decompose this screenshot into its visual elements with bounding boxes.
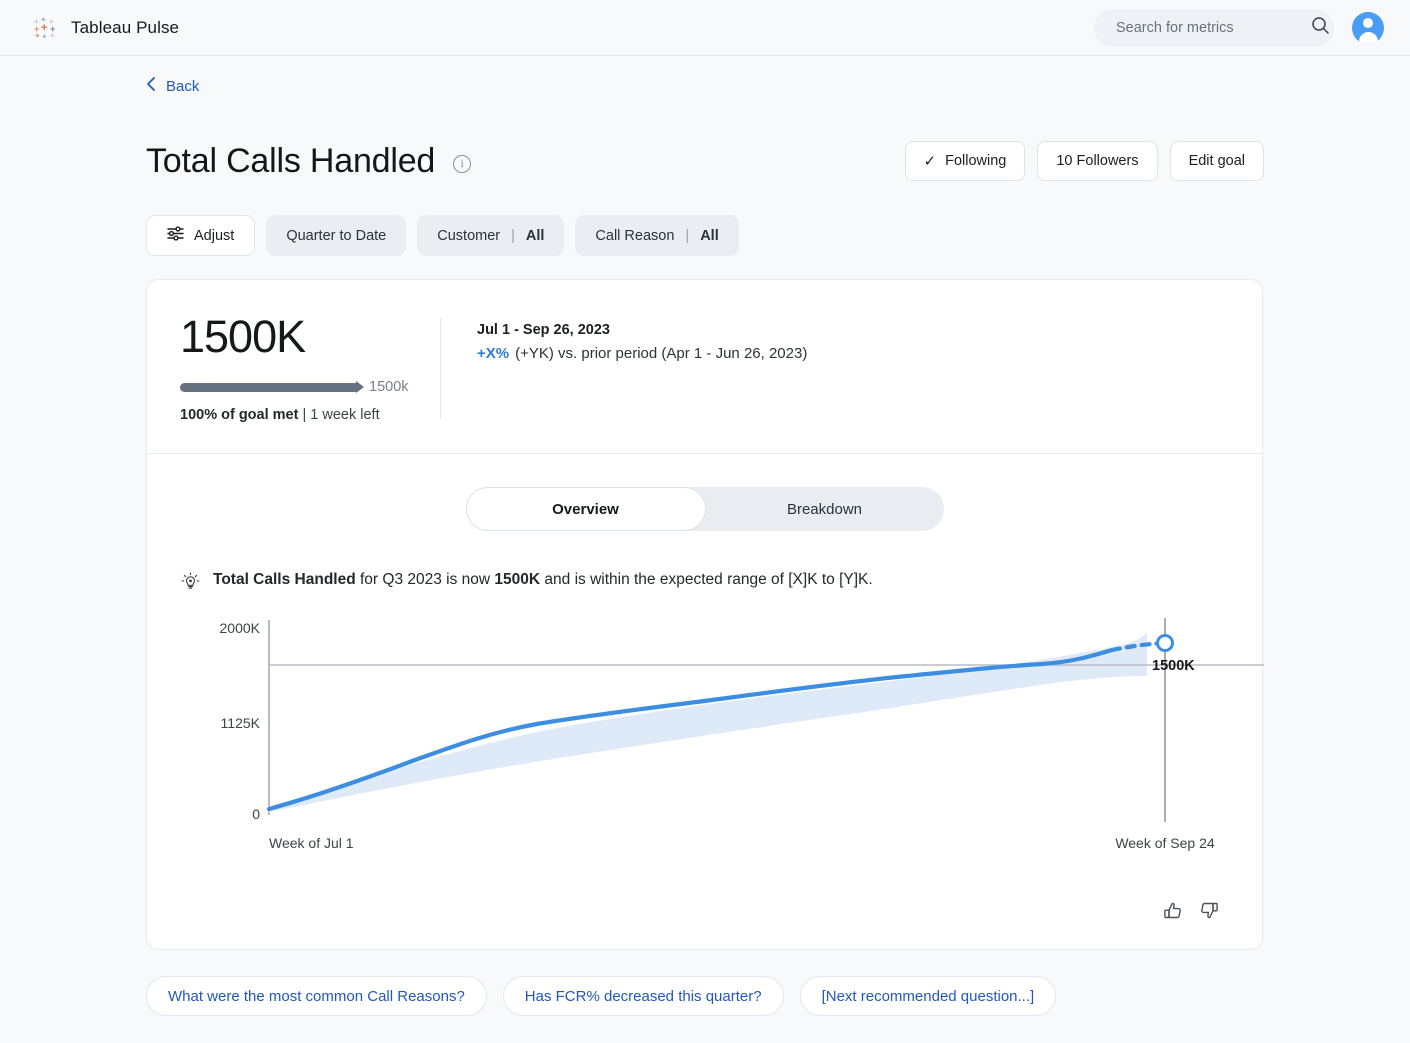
period-range: Jul 1 - Sep 26, 2023: [477, 322, 807, 338]
followers-label: 10 Followers: [1056, 153, 1138, 169]
page-title: Total Calls Handled: [146, 142, 435, 181]
following-button[interactable]: ✓ Following: [905, 141, 1026, 181]
info-circle-icon[interactable]: i: [453, 155, 471, 173]
insight-metric-name: Total Calls Handled: [213, 571, 356, 588]
insight-value: 1500K: [494, 571, 540, 588]
goal-target-label: 1500k: [369, 379, 409, 395]
insight-text: Total Calls Handled for Q3 2023 is now 1…: [181, 571, 1262, 596]
filter-adjust-label: Adjust: [194, 228, 234, 244]
thumbs-up-icon[interactable]: [1162, 900, 1184, 927]
filter-quarter-to-date[interactable]: Quarter to Date: [266, 215, 406, 256]
period-delta: +X%: [477, 345, 509, 362]
tableau-plus-grid-logo-icon: + + + + + + + + +: [34, 16, 58, 40]
filter-adjust-button[interactable]: Adjust: [146, 215, 255, 256]
goal-status: 100% of goal met | 1 week left: [180, 407, 440, 423]
title-actions: ✓ Following 10 Followers Edit goal: [905, 141, 1264, 181]
feedback-controls: [147, 900, 1262, 949]
kpi-block: 1500K 1500k 100% of goal met | 1 week le…: [180, 314, 440, 423]
insight-text-end: and is within the expected range of [X]K…: [540, 571, 873, 588]
insight-text-mid: for Q3 2023 is now: [356, 571, 495, 588]
page-content: Back Total Calls Handled i ✓ Following 1…: [0, 56, 1410, 1043]
top-bar-right: [1094, 9, 1384, 47]
tabs-wrapper: Overview Breakdown: [147, 487, 1262, 531]
goal-progress: 1500k: [180, 379, 440, 395]
brand[interactable]: + + + + + + + + + Tableau Pulse: [34, 16, 179, 40]
question-chip-1[interactable]: What were the most common Call Reasons?: [146, 976, 487, 1016]
question-chip-2[interactable]: Has FCR% decreased this quarter?: [503, 976, 784, 1016]
search-icon[interactable]: [1311, 16, 1330, 40]
filter-customer-separator: |: [511, 228, 515, 244]
chart-svg[interactable]: 2000K 1125K 0 Week of Jul 1: [147, 610, 1264, 870]
period-comparison-text: (+YK) vs. prior period (Apr 1 - Jun 26, …: [515, 345, 807, 362]
y-tick-0: 0: [252, 806, 260, 822]
followers-button[interactable]: 10 Followers: [1037, 141, 1157, 181]
tab-group: Overview Breakdown: [466, 487, 944, 531]
metric-chart: 2000K 1125K 0 Week of Jul 1: [147, 610, 1262, 900]
metric-card: 1500K 1500k 100% of goal met | 1 week le…: [146, 279, 1263, 950]
insight-sentence: Total Calls Handled for Q3 2023 is now 1…: [213, 571, 873, 589]
kpi-value: 1500K: [180, 314, 440, 359]
back-row: Back: [146, 56, 1264, 96]
top-bar: + + + + + + + + + Tableau Pulse: [0, 0, 1410, 56]
tab-breakdown[interactable]: Breakdown: [706, 487, 944, 531]
end-point-value-label: 1500K: [1152, 658, 1195, 674]
brand-name: Tableau Pulse: [71, 18, 179, 38]
back-button[interactable]: Back: [146, 76, 199, 96]
goal-met-text: 100% of goal met: [180, 407, 298, 423]
edit-goal-label: Edit goal: [1189, 153, 1245, 169]
following-label: Following: [945, 153, 1006, 169]
filter-customer-value: All: [526, 228, 545, 244]
filter-call-reason-label: Call Reason: [595, 228, 674, 244]
back-label: Back: [166, 78, 199, 95]
filter-bar: Adjust Quarter to Date Customer | All Ca…: [146, 215, 1264, 256]
title-row: Total Calls Handled i ✓ Following 10 Fol…: [146, 141, 1264, 181]
question-chip-3[interactable]: [Next recommended question...]: [800, 976, 1057, 1016]
user-avatar-icon[interactable]: [1352, 12, 1384, 44]
check-icon: ✓: [924, 152, 937, 170]
tab-overview[interactable]: Overview: [466, 487, 706, 531]
filter-call-reason-value: All: [700, 228, 719, 244]
end-point-marker[interactable]: [1158, 636, 1173, 651]
period-block: Jul 1 - Sep 26, 2023 +X% (+YK) vs. prior …: [441, 314, 807, 423]
search-input[interactable]: [1116, 20, 1303, 36]
goal-separator: |: [302, 407, 306, 423]
y-tick-2000k: 2000K: [220, 620, 261, 636]
expected-range-band: [269, 622, 1147, 812]
filter-call-reason-separator: |: [685, 228, 689, 244]
progress-bar: [180, 383, 360, 392]
avatar-body: [1359, 32, 1378, 44]
sliders-adjust-icon: [167, 226, 184, 245]
recommended-questions: What were the most common Call Reasons? …: [146, 976, 1264, 1016]
time-left-text: 1 week left: [310, 407, 379, 423]
period-comparison: +X% (+YK) vs. prior period (Apr 1 - Jun 2…: [477, 345, 807, 362]
x-tick-end: Week of Sep 24: [1115, 835, 1215, 851]
filter-quarter-label: Quarter to Date: [286, 228, 386, 244]
filter-call-reason[interactable]: Call Reason | All: [575, 215, 738, 256]
edit-goal-button[interactable]: Edit goal: [1170, 141, 1264, 181]
y-tick-1125k: 1125K: [221, 715, 261, 731]
filter-customer[interactable]: Customer | All: [417, 215, 564, 256]
search-box[interactable]: [1094, 9, 1334, 47]
x-tick-start: Week of Jul 1: [269, 835, 354, 851]
filter-customer-label: Customer: [437, 228, 500, 244]
metric-summary: 1500K 1500k 100% of goal met | 1 week le…: [147, 280, 1262, 453]
chevron-left-icon: [146, 76, 157, 96]
avatar-head: [1363, 18, 1373, 28]
card-divider: [147, 453, 1262, 454]
thumbs-down-icon[interactable]: [1198, 900, 1220, 927]
lightbulb-insight-icon: [181, 572, 200, 596]
